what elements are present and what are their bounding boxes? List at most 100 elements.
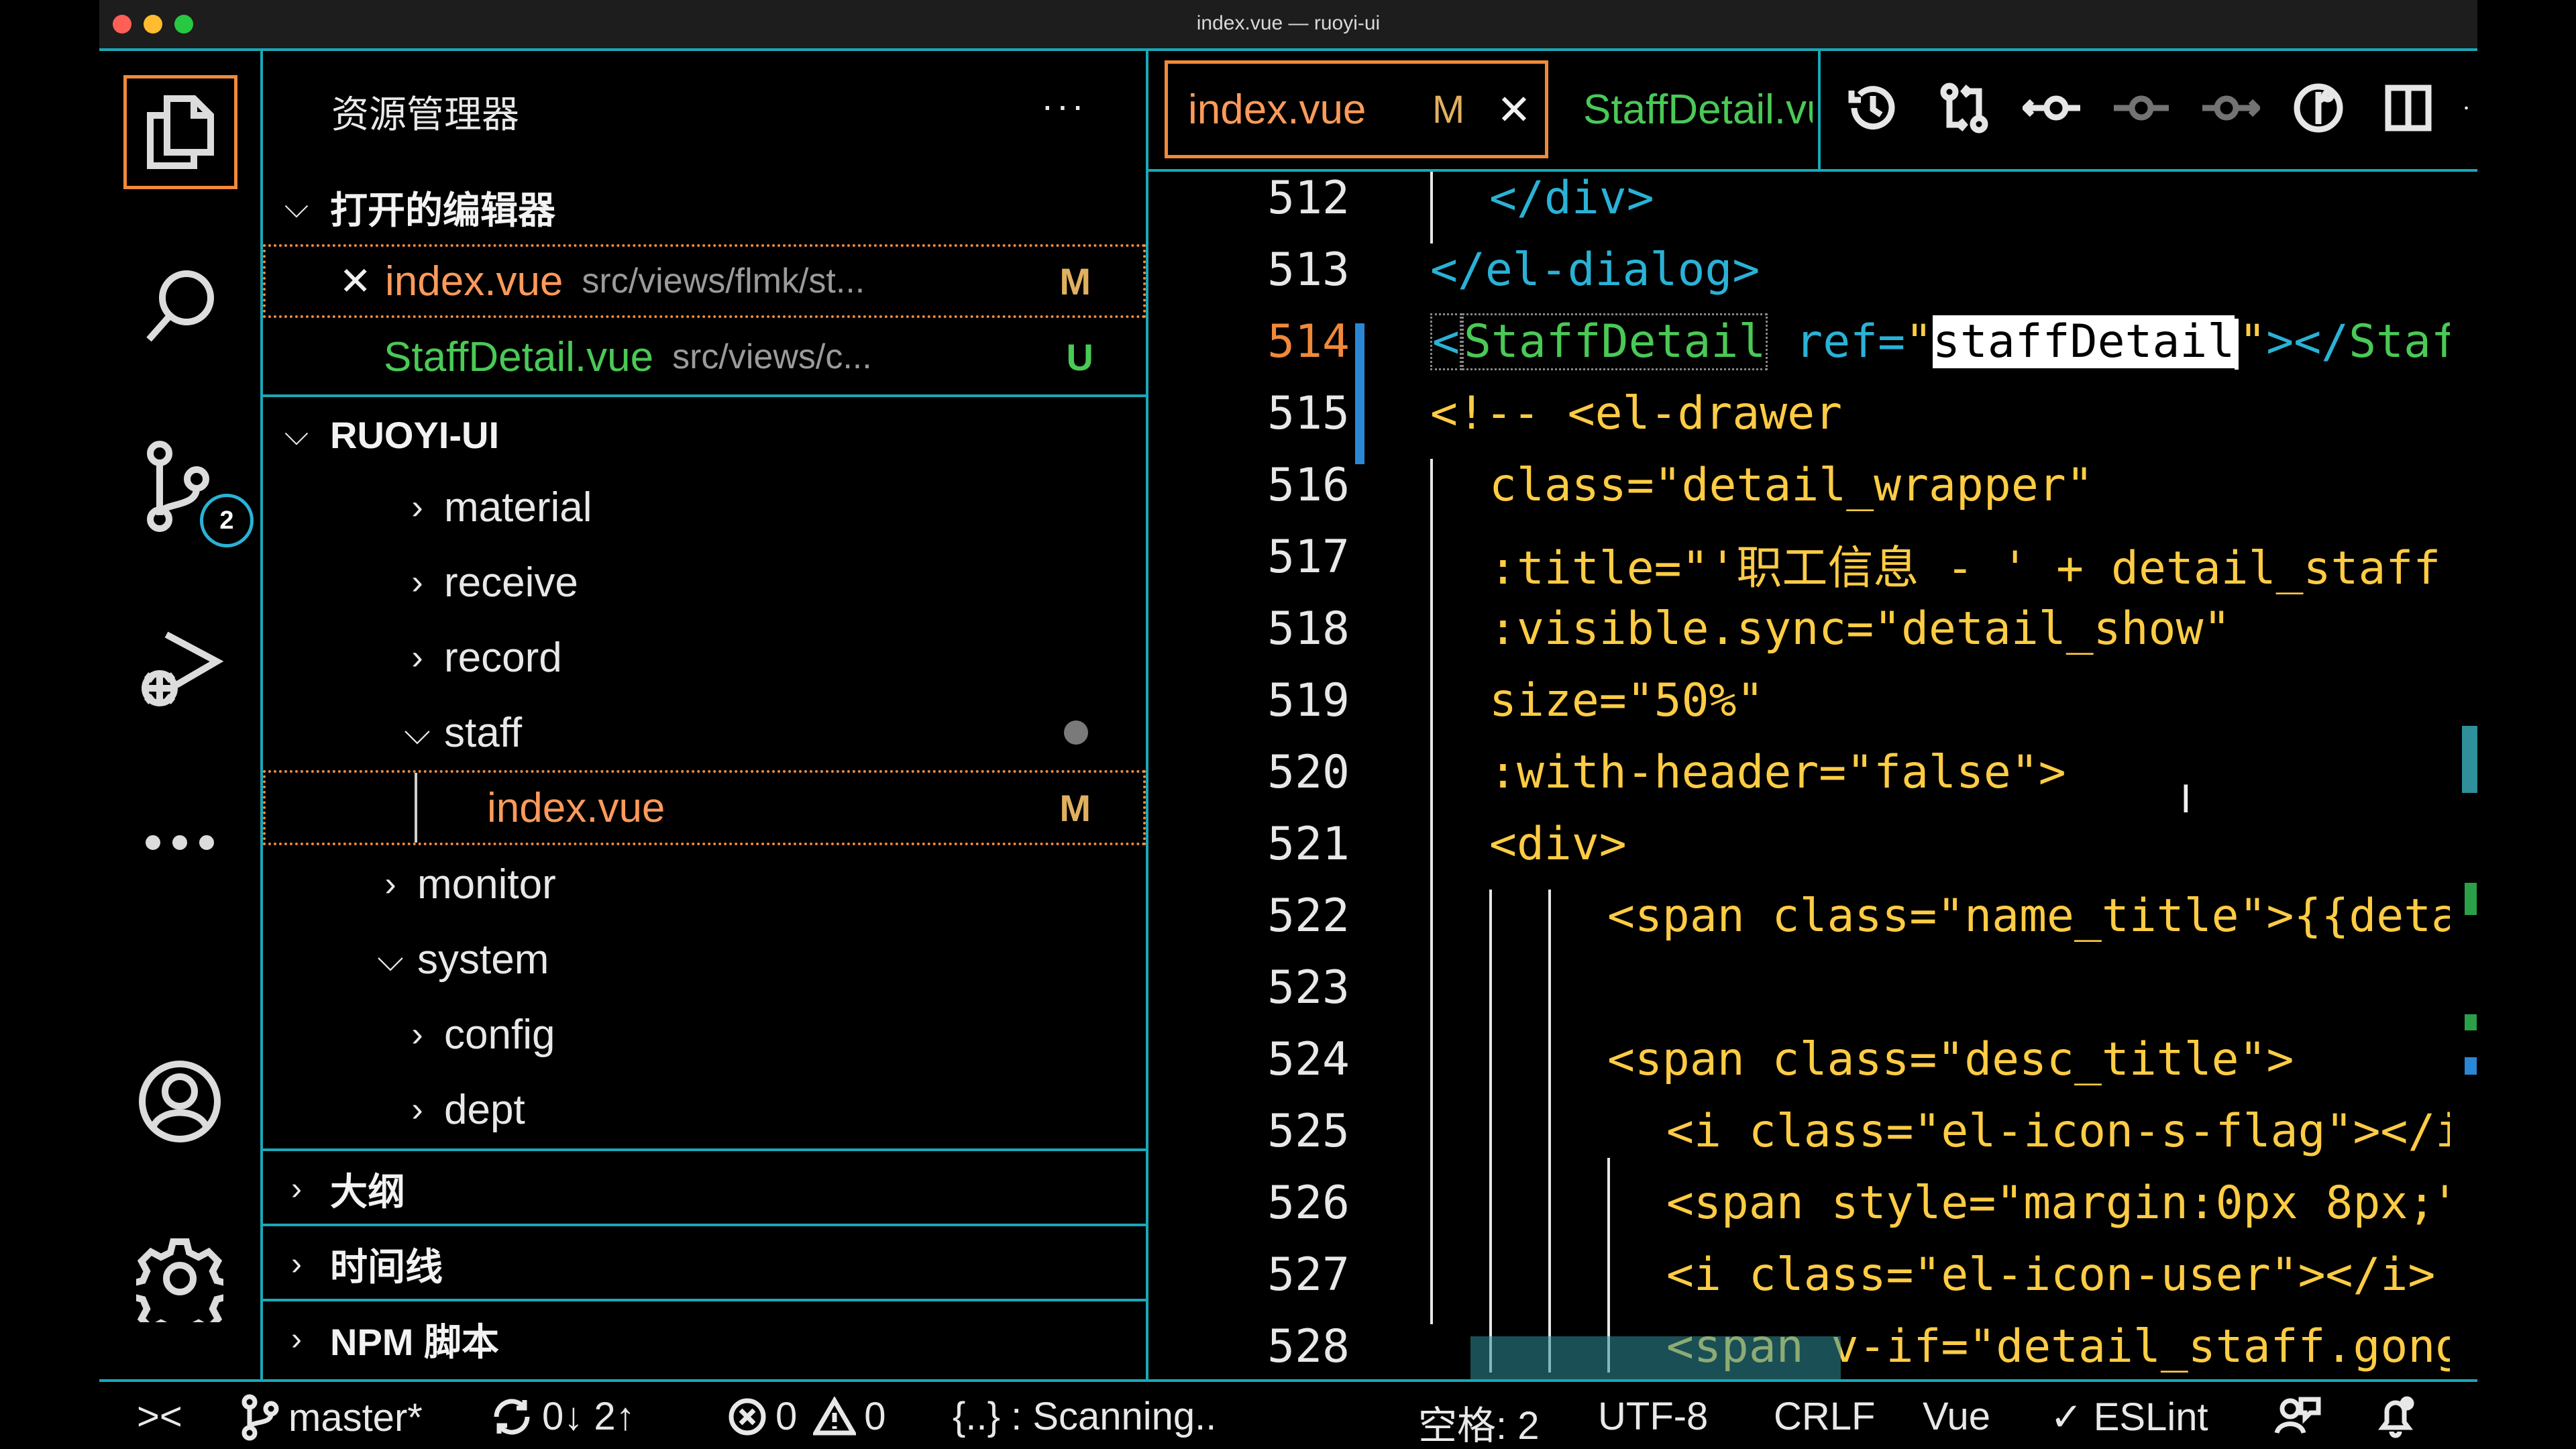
run-debug-button[interactable] xyxy=(126,614,233,722)
section-divider xyxy=(263,1224,1146,1226)
explorer-sidebar: 资源管理器 ··· ⌵ 打开的编辑器 ✕ index.vue src/views… xyxy=(263,51,1148,1379)
sync-label: 0↓ 2↑ xyxy=(542,1395,635,1438)
tree-item-label: material xyxy=(444,484,592,531)
npm-scripts-header[interactable]: › NPM 脚本 xyxy=(263,1305,1146,1373)
section-divider xyxy=(263,1299,1146,1301)
tree-item-system[interactable]: ⌵ system xyxy=(263,922,1146,997)
feedback-button[interactable] xyxy=(2274,1394,2321,1437)
section-divider xyxy=(263,1148,1146,1151)
previous-change-button[interactable] xyxy=(2019,78,2086,138)
branch-indicator[interactable]: master* xyxy=(240,1394,423,1441)
modified-dot-icon xyxy=(1064,720,1088,745)
sync-indicator[interactable]: 0↓ 2↑ xyxy=(490,1394,635,1439)
encoding-indicator[interactable]: UTF-8 xyxy=(1598,1394,1708,1439)
scm-count-badge: 2 xyxy=(200,494,254,547)
tree-item-material[interactable]: › material xyxy=(263,470,1146,545)
tree-item-monitor[interactable]: › monitor xyxy=(263,847,1146,922)
source-control-button[interactable]: 2 xyxy=(126,433,254,547)
tree-item-record[interactable]: › record xyxy=(263,620,1146,695)
tab-separator xyxy=(1818,51,1821,169)
close-editor-icon[interactable]: ✕ xyxy=(266,258,385,304)
window-title: index.vue — ruoyi-ui xyxy=(1196,12,1381,34)
explorer-more-button[interactable]: ··· xyxy=(1041,83,1087,127)
eslint-indicator[interactable]: ✓ ESLint xyxy=(2050,1394,2208,1440)
search-button[interactable] xyxy=(126,252,233,360)
bell-icon xyxy=(2378,1396,2414,1438)
minimap-change-marker xyxy=(2465,1014,2477,1030)
line-number: 527 xyxy=(1267,1248,1350,1301)
code-line-519: size="50%" xyxy=(1489,674,1764,727)
minimap-change-marker xyxy=(2465,1057,2477,1075)
tab-staffdetail-vue[interactable]: StaffDetail.vue xyxy=(1564,60,1813,158)
code-line-513: </el-dialog> xyxy=(1430,244,1760,297)
settings-gear-icon xyxy=(136,1238,223,1322)
code-line-527: <i class="el-icon-user"></i> {{j xyxy=(1666,1248,2436,1301)
warning-icon xyxy=(813,1396,857,1435)
notifications-button[interactable] xyxy=(2373,1394,2418,1438)
tree-item-label: record xyxy=(444,634,562,681)
tab-index-vue[interactable]: index.vue M ✕ xyxy=(1165,60,1548,158)
timeline-history-button[interactable] xyxy=(1839,78,1907,138)
line-number: 520 xyxy=(1267,746,1350,799)
line-number-current: 514 xyxy=(1267,315,1350,368)
open-editor-item-index[interactable]: ✕ index.vue src/views/flmk/st... M xyxy=(263,244,1146,318)
vscode-window: index.vue — ruoyi-ui 2 资源管理器 ··· ⌵ 打开的编辑… xyxy=(99,0,2477,1449)
tree-item-dept[interactable]: › dept xyxy=(263,1072,1146,1147)
timeline-header[interactable]: › 时间线 xyxy=(263,1230,1146,1297)
more-views-button[interactable] xyxy=(126,789,233,896)
line-number: 512 xyxy=(1267,172,1350,225)
remote-indicator[interactable]: >< xyxy=(137,1394,182,1439)
line-number: 515 xyxy=(1267,387,1350,440)
open-editor-item-staffdetail[interactable]: StaffDetail.vue src/views/c... U xyxy=(263,319,1146,394)
scanning-indicator[interactable]: {..} : Scanning.. xyxy=(953,1394,1216,1439)
eol-indicator[interactable]: CRLF xyxy=(1774,1394,1875,1439)
gitlens-button[interactable] xyxy=(2285,78,2352,138)
section-divider xyxy=(263,394,1146,397)
code-editor[interactable]: </div> </el-dialog> <StaffDetail ref="st… xyxy=(1430,172,2450,1379)
more-actions-icon xyxy=(2465,106,2468,110)
indentation-indicator[interactable]: 空格: 2 xyxy=(1418,1394,1540,1449)
split-editor-button[interactable] xyxy=(2375,78,2442,138)
error-icon xyxy=(729,1398,766,1435)
tree-item-index-vue[interactable]: index.vue M xyxy=(263,770,1146,845)
code-line-515: <!-- <el-drawer xyxy=(1430,387,1843,440)
project-header[interactable]: ⌵ RUOYI-UI xyxy=(263,401,1146,468)
commit-button[interactable] xyxy=(2108,78,2175,138)
open-editors-header[interactable]: ⌵ 打开的编辑器 xyxy=(263,174,1146,241)
line-number: 518 xyxy=(1267,602,1350,655)
outline-header[interactable]: › 大纲 xyxy=(263,1155,1146,1222)
indent-guide xyxy=(1430,172,1433,244)
activity-bar: 2 xyxy=(99,51,263,1379)
settings-button[interactable] xyxy=(126,1225,233,1332)
tree-item-label: system xyxy=(417,936,549,983)
title-bar: index.vue — ruoyi-ui xyxy=(99,0,2477,51)
chevron-down-icon: ⌵ xyxy=(284,189,309,225)
tree-item-label: staff xyxy=(444,709,523,756)
next-change-button[interactable] xyxy=(2196,78,2263,138)
tree-item-receive[interactable]: › receive xyxy=(263,545,1146,620)
line-number: 521 xyxy=(1267,818,1350,871)
code-line-514: <StaffDetail ref="staffDetail"></StaffDe xyxy=(1430,313,2450,370)
chevron-right-icon: › xyxy=(411,1090,423,1129)
git-modified-badge: M xyxy=(1059,260,1091,303)
code-line-526: <span style="margin:0px 8px;"></ xyxy=(1666,1177,2450,1230)
explorer-button[interactable] xyxy=(123,75,237,189)
tab-close-icon[interactable]: ✕ xyxy=(1497,85,1532,134)
sync-icon xyxy=(494,1398,530,1435)
line-number: 513 xyxy=(1267,244,1350,297)
arrow-right-commit-icon xyxy=(2202,95,2260,121)
minimap-slider[interactable] xyxy=(2462,726,2477,793)
open-editor-name: StaffDetail.vue xyxy=(384,333,654,380)
tree-item-config[interactable]: › config xyxy=(263,997,1146,1072)
tree-item-staff[interactable]: ⌵ staff xyxy=(263,695,1146,770)
problems-indicator[interactable]: 0 0 xyxy=(727,1394,886,1439)
find-highlight xyxy=(1470,1336,1841,1379)
tree-item-label: monitor xyxy=(417,861,556,908)
open-changes-button[interactable] xyxy=(1931,78,1998,138)
language-mode-indicator[interactable]: Vue xyxy=(1923,1394,1990,1439)
accounts-button[interactable] xyxy=(126,1048,233,1155)
line-number: 516 xyxy=(1267,459,1350,512)
indent-guide xyxy=(1430,459,1433,1324)
chevron-right-icon: › xyxy=(291,1246,302,1282)
editor-more-button[interactable] xyxy=(2465,78,2477,138)
